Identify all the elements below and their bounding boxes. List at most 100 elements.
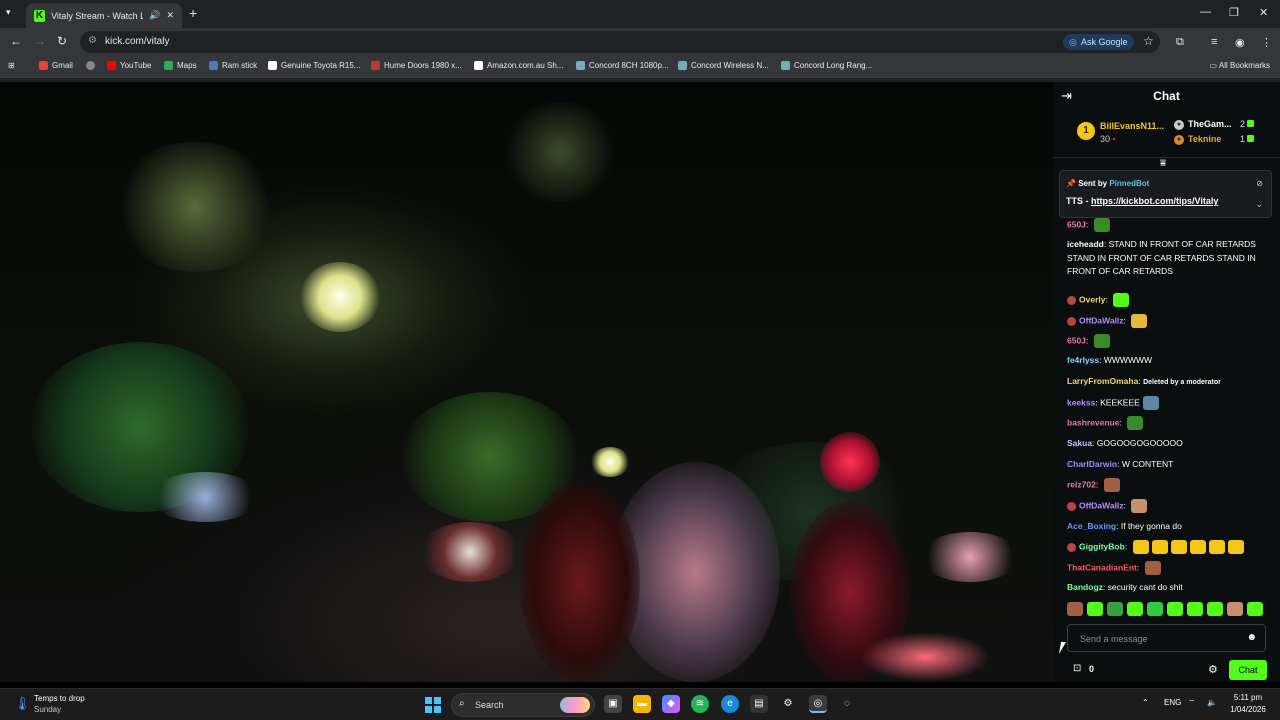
chat-username[interactable]: 650J	[1067, 219, 1086, 229]
quick-emote-icon[interactable]	[1167, 602, 1183, 616]
close-tab-icon[interactable]: ✕	[166, 10, 174, 21]
tray-overflow-icon[interactable]: ⌃	[1142, 698, 1149, 707]
chat-input[interactable]: Send a message ☻	[1067, 624, 1266, 652]
reload-icon[interactable]: ↻	[57, 34, 67, 48]
tts-link[interactable]: https://kickbot.com/tips/Vitaly	[1091, 196, 1218, 206]
bookmark-hume-doors[interactable]: Hume Doors 1980 x...	[371, 61, 462, 70]
quick-emote-icon[interactable]	[1187, 602, 1203, 616]
send-chat-button[interactable]: Chat	[1229, 660, 1267, 680]
chat-username[interactable]: LarryFromOmaha	[1067, 376, 1138, 386]
back-icon[interactable]: ←	[10, 34, 22, 48]
chat-username[interactable]: Ace_Boxing	[1067, 521, 1116, 531]
chat-username[interactable]: bashrevenue	[1067, 417, 1119, 427]
chrome-icon[interactable]: ◎	[809, 695, 827, 713]
volume-icon[interactable]: 🔈	[1207, 698, 1217, 707]
apps-icon[interactable]: ⊞	[8, 61, 15, 70]
tab-active[interactable]: K Vitaly Stream - Watch Live 🔊 ✕	[26, 3, 182, 28]
quick-emote-icon[interactable]	[1247, 602, 1263, 616]
close-window-icon[interactable]: ✕	[1259, 6, 1268, 19]
taskbar-search[interactable]: ⌕ Search	[451, 693, 595, 717]
filter-icon[interactable]: ⩸	[1160, 158, 1166, 169]
quick-emote-icon[interactable]	[1067, 602, 1083, 616]
leaderboard-user-2[interactable]: TheGam...	[1188, 119, 1232, 129]
chat-username[interactable]: relz702	[1067, 479, 1096, 489]
bookmark-gmail[interactable]: Gmail	[39, 61, 73, 70]
chat-message-text: GOGOOGOGOOOOO	[1096, 438, 1183, 448]
task-view-icon[interactable]: ▣	[604, 695, 622, 713]
quick-emote-icon[interactable]	[1207, 602, 1223, 616]
settings-gear-icon[interactable]: ⚙	[1208, 663, 1218, 676]
chat-message: CharlDarwin: W CONTENT	[1067, 459, 1174, 469]
forward-icon[interactable]: →	[34, 34, 46, 48]
expand-pinned-icon[interactable]: ⌄	[1255, 199, 1263, 210]
bookmark-globe[interactable]	[86, 61, 95, 70]
bookmark-star-icon[interactable]: ☆	[1143, 34, 1154, 48]
all-bookmarks[interactable]: ▭ All Bookmarks	[1210, 61, 1270, 70]
bookmark-ram-stick[interactable]: Ram stick	[209, 61, 257, 70]
video-player[interactable]	[0, 82, 1053, 682]
settings-icon[interactable]: ⚙	[779, 695, 797, 713]
profile-avatar-icon[interactable]: ◉	[1235, 36, 1245, 49]
leaderboard-user-3[interactable]: Teknine	[1188, 134, 1221, 144]
chat-username[interactable]: Bandogz	[1067, 582, 1103, 592]
user-badge-icon	[1067, 501, 1076, 511]
chat-header: ⇥ Chat	[1053, 82, 1280, 110]
emoji-picker-icon[interactable]: ☻	[1246, 632, 1257, 643]
store-icon[interactable]: ▤	[750, 695, 768, 713]
bookmark-maps[interactable]: Maps	[164, 61, 197, 70]
bronze-medal-icon: ●	[1174, 135, 1184, 145]
chat-username[interactable]: keekss	[1067, 397, 1095, 407]
restore-icon[interactable]: ❐	[1229, 6, 1239, 19]
chat-username[interactable]: iceheadd	[1067, 239, 1104, 249]
quick-emote-icon[interactable]	[1227, 602, 1243, 616]
spotify-icon[interactable]: ≋	[691, 695, 709, 713]
language-indicator[interactable]: ENG	[1164, 698, 1181, 707]
chat-username[interactable]: Sakua	[1067, 438, 1092, 448]
bookmark-toyota[interactable]: Genuine Toyota R15...	[268, 61, 360, 70]
quick-emote-icon[interactable]	[1147, 602, 1163, 616]
ask-google-button[interactable]: Ask Google	[1063, 34, 1134, 50]
media-icon[interactable]: ≡	[1211, 36, 1217, 48]
bookmark-youtube[interactable]: YouTube	[107, 61, 151, 70]
chat-username[interactable]: OffDaWallz	[1079, 315, 1124, 325]
tab-search-icon[interactable]: ▾	[6, 7, 11, 18]
address-bar[interactable]: ⚙ kick.com/vitaly Ask Google ☆	[80, 31, 1160, 53]
extensions-icon[interactable]: ⧉	[1176, 36, 1184, 49]
site-info-icon[interactable]: ⚙	[88, 35, 97, 46]
edge-icon[interactable]: e	[721, 695, 739, 713]
file-explorer-icon[interactable]: ▬	[633, 695, 651, 713]
chat-username[interactable]: Overly	[1079, 294, 1105, 304]
chat-username[interactable]: fe4rlyss	[1067, 355, 1099, 365]
leaderboard-user-1[interactable]: BillEvansN11...	[1100, 121, 1164, 131]
chat-username[interactable]: ThatCanadianEnt	[1067, 562, 1137, 572]
new-tab-button[interactable]: +	[189, 5, 197, 21]
pinned-sender: 📌 Sent by PinnedBot	[1066, 179, 1150, 188]
copilot-icon[interactable]: ◆	[662, 695, 680, 713]
network-icon[interactable]: ⌔	[1188, 698, 1196, 708]
car-lights	[150, 472, 260, 522]
chat-username[interactable]: CharlDarwin	[1067, 459, 1117, 469]
chat-username[interactable]: 650J	[1067, 335, 1086, 345]
start-button[interactable]	[425, 697, 441, 713]
minimize-icon[interactable]: —	[1200, 6, 1211, 18]
bookmark-concord-wireless[interactable]: Concord Wireless N...	[678, 61, 769, 70]
emote-icon	[1103, 478, 1120, 492]
bookmark-amazon[interactable]: Amazon.com.au Sh...	[474, 61, 563, 70]
menu-icon[interactable]: ⋮	[1261, 36, 1272, 49]
hide-pinned-icon[interactable]: ⊘	[1256, 179, 1263, 188]
quick-emote-bar	[1067, 602, 1277, 618]
clock[interactable]: 5:11 pm 1/04/2026	[1222, 692, 1274, 716]
car-lights	[920, 532, 1020, 582]
gift-box-icon[interactable]: ⊡	[1073, 663, 1081, 674]
bookmark-concord-long-range[interactable]: Concord Long Rang...	[781, 61, 872, 70]
quick-emote-icon[interactable]	[1127, 602, 1143, 616]
emote-icon	[1093, 334, 1110, 348]
chat-username[interactable]: GiggityBob	[1079, 541, 1125, 551]
rank-badge: 1	[1077, 122, 1095, 140]
chat-username[interactable]: OffDaWallz	[1079, 500, 1124, 510]
quick-emote-icon[interactable]	[1087, 602, 1103, 616]
app-icon[interactable]: ◌	[838, 695, 856, 713]
speaker-icon[interactable]: 🔊	[149, 10, 160, 21]
bookmark-concord-8ch[interactable]: Concord 8CH 1080p...	[576, 61, 669, 70]
quick-emote-icon[interactable]	[1107, 602, 1123, 616]
